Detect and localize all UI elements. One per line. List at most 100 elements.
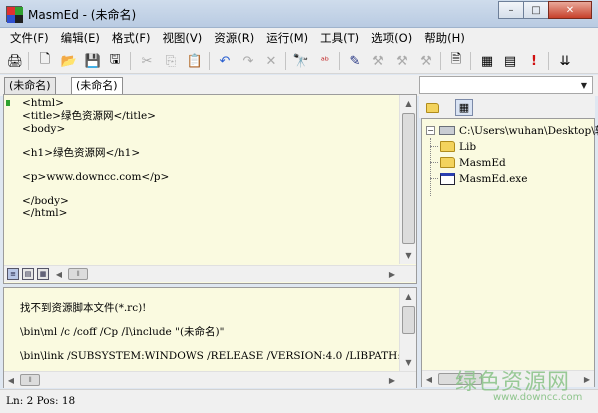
main-toolbar: 🖨 🗋 📂 💾 🖫 ✂ ⎘ 📋 ↶ ↷ ✕ 🔭 ᵃᵇ ✎ ⚒ ⚒ ⚒ 🗎 ▦ ▤… bbox=[0, 48, 598, 74]
scroll-left-icon[interactable]: ◀ bbox=[4, 372, 18, 388]
dialog-editor-icon[interactable]: ▦ bbox=[478, 52, 496, 70]
save-icon[interactable]: 💾 bbox=[84, 52, 102, 70]
toolbar-separator bbox=[209, 52, 210, 70]
assemble-icon[interactable]: ✎ bbox=[346, 52, 364, 70]
tree-connector bbox=[430, 162, 438, 163]
title-bar: MasmEd - (未命名) – □ ✕ bbox=[0, 0, 598, 28]
error-icon[interactable]: ! bbox=[525, 52, 543, 70]
file-tree[interactable]: − C:\Users\wuhan\Desktop\软 Lib MasmEd Ma… bbox=[421, 118, 598, 387]
menu-file[interactable]: 文件(F) bbox=[4, 28, 55, 48]
tree-item[interactable]: Lib bbox=[440, 139, 476, 154]
scroll-up-icon[interactable]: ▲ bbox=[400, 288, 417, 305]
toolbar-separator bbox=[548, 52, 549, 70]
menu-bar: 文件(F) 编辑(E) 格式(F) 视图(V) 资源(R) 运行(M) 工具(T… bbox=[0, 28, 598, 48]
project-dropdown[interactable]: ▼ bbox=[419, 76, 593, 94]
scroll-thumb[interactable] bbox=[402, 306, 415, 334]
toolbar-separator bbox=[440, 52, 441, 70]
tree-item[interactable]: MasmEd.exe bbox=[440, 171, 527, 186]
current-line-marker bbox=[6, 100, 10, 106]
close-button[interactable]: ✕ bbox=[548, 1, 592, 19]
tree-root[interactable]: − C:\Users\wuhan\Desktop\软 bbox=[426, 123, 598, 138]
output-line: \bin\link /SUBSYSTEM:WINDOWS /RELEASE /V… bbox=[20, 350, 400, 362]
output-vertical-scrollbar[interactable]: ▲ ▼ bbox=[399, 288, 416, 371]
scroll-left-icon[interactable]: ◀ bbox=[52, 266, 66, 282]
tree-root-label: C:\Users\wuhan\Desktop\软 bbox=[459, 125, 598, 137]
menu-run[interactable]: 运行(M) bbox=[260, 28, 314, 48]
tree-item-label: MasmEd bbox=[459, 156, 506, 169]
menu-tools[interactable]: 工具(T) bbox=[314, 28, 365, 48]
minimize-button[interactable]: – bbox=[498, 1, 524, 19]
menu-help[interactable]: 帮助(H) bbox=[418, 28, 471, 48]
scroll-thumb[interactable] bbox=[402, 113, 415, 244]
split-view-icon[interactable]: ≡ bbox=[7, 268, 19, 280]
executable-icon bbox=[440, 172, 455, 185]
redo-icon[interactable]: ↷ bbox=[239, 52, 257, 70]
code-area[interactable]: <html> <title>绿色资源网</title> <body> <h1>绿… bbox=[20, 95, 400, 264]
tab-document-2[interactable]: (未命名) bbox=[71, 77, 123, 95]
toolbar-separator bbox=[285, 52, 286, 70]
code-line: <html> bbox=[22, 97, 64, 109]
find-icon[interactable]: 🔭 bbox=[292, 52, 310, 70]
cursor-position: Ln: 2 Pos: 18 bbox=[6, 395, 76, 407]
toolbar-separator bbox=[130, 52, 131, 70]
menu-options[interactable]: 选项(O) bbox=[365, 28, 418, 48]
tree-connector bbox=[430, 178, 438, 179]
maximize-button[interactable]: □ bbox=[523, 1, 549, 19]
scroll-right-icon[interactable]: ▶ bbox=[385, 372, 399, 388]
save-all-icon[interactable]: 🖫 bbox=[106, 52, 124, 70]
editor-horizontal-scrollbar[interactable]: ≡ ▤ ▦ ◀ ⦀ ▶ bbox=[4, 265, 416, 282]
toolbar-separator bbox=[339, 52, 340, 70]
toolbar-separator bbox=[470, 52, 471, 70]
sort-icon[interactable]: ⇊ bbox=[556, 52, 574, 70]
print-icon[interactable]: 🖨 bbox=[6, 52, 24, 70]
open-folder-icon[interactable]: 📂 bbox=[60, 52, 78, 70]
scroll-down-icon[interactable]: ▼ bbox=[400, 354, 417, 371]
scroll-thumb[interactable]: ⦀ bbox=[20, 374, 40, 386]
copy-icon[interactable]: ⎘ bbox=[162, 52, 180, 70]
page-view-icon[interactable]: ▤ bbox=[22, 268, 34, 280]
scroll-right-icon[interactable]: ▶ bbox=[385, 266, 399, 282]
folder-icon bbox=[440, 157, 455, 168]
chevron-down-icon[interactable]: ▼ bbox=[576, 77, 592, 93]
tree-item[interactable]: MasmEd bbox=[440, 155, 506, 170]
tab-document-1[interactable]: (未命名) bbox=[4, 77, 56, 95]
folder-icon bbox=[440, 141, 455, 152]
collapse-icon[interactable]: − bbox=[426, 126, 435, 135]
folder-up-icon[interactable] bbox=[423, 99, 441, 116]
scroll-down-icon[interactable]: ▼ bbox=[400, 247, 417, 264]
menu-resource[interactable]: 资源(R) bbox=[208, 28, 260, 48]
preview-icon[interactable]: 🗎 bbox=[447, 52, 465, 70]
new-file-icon[interactable]: 🗋 bbox=[36, 52, 54, 70]
delete-icon[interactable]: ✕ bbox=[262, 52, 280, 70]
watermark: 绿色资源网 www.downcc.com bbox=[455, 364, 595, 412]
menu-edit[interactable]: 编辑(E) bbox=[55, 28, 106, 48]
menu-format[interactable]: 格式(F) bbox=[106, 28, 157, 48]
source-view-icon[interactable]: ▦ bbox=[37, 268, 49, 280]
build-icon[interactable]: ⚒ bbox=[369, 52, 387, 70]
undo-icon[interactable]: ↶ bbox=[216, 52, 234, 70]
app-icon bbox=[6, 6, 23, 23]
watermark-url: www.downcc.com bbox=[493, 392, 583, 403]
resource-icon[interactable]: ▤ bbox=[501, 52, 519, 70]
file-browser-icon[interactable]: ▦ bbox=[455, 99, 473, 116]
drive-icon bbox=[439, 126, 455, 135]
scroll-thumb[interactable]: ⦀ bbox=[68, 268, 88, 280]
output-line: 找不到资源脚本文件(*.rc)! bbox=[20, 302, 147, 314]
code-editor[interactable]: <html> <title>绿色资源网</title> <body> <h1>绿… bbox=[3, 94, 417, 284]
code-line: <title>绿色资源网</title> bbox=[22, 110, 156, 122]
scroll-up-icon[interactable]: ▲ bbox=[400, 95, 417, 112]
replace-icon[interactable]: ᵃᵇ bbox=[316, 52, 334, 70]
paste-icon[interactable]: 📋 bbox=[186, 52, 204, 70]
code-line: <h1>绿色资源网</h1> bbox=[22, 147, 141, 159]
line-gutter bbox=[4, 95, 20, 264]
output-panel[interactable]: 找不到资源脚本文件(*.rc)! \bin\ml /c /coff /Cp /I… bbox=[3, 287, 417, 388]
project-toolbar: ▦ bbox=[419, 96, 595, 118]
output-horizontal-scrollbar[interactable]: ◀ ⦀ ▶ bbox=[4, 371, 416, 388]
link-icon[interactable]: ⚒ bbox=[393, 52, 411, 70]
run-icon[interactable]: ⚒ bbox=[417, 52, 435, 70]
editor-vertical-scrollbar[interactable]: ▲ ▼ bbox=[399, 95, 416, 264]
scroll-left-icon[interactable]: ◀ bbox=[422, 371, 436, 387]
cut-icon[interactable]: ✂ bbox=[138, 52, 156, 70]
tree-item-label: MasmEd.exe bbox=[459, 172, 528, 185]
menu-view[interactable]: 视图(V) bbox=[156, 28, 208, 48]
